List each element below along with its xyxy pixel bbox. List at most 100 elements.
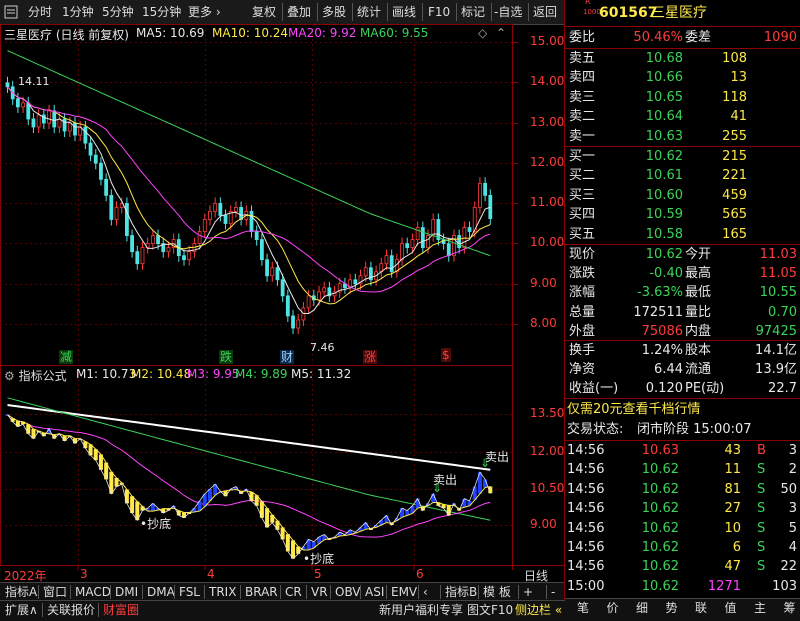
tick-time: 14:56 — [567, 499, 604, 519]
bid-volume: 565 — [693, 205, 747, 225]
margin-badge: R — [585, 0, 591, 7]
related-quotes-tab[interactable]: 关联报价 — [44, 601, 98, 619]
tab-1min[interactable]: 1分钟 — [62, 3, 94, 21]
tick-price: 10.63 — [621, 441, 679, 461]
candle-body — [84, 127, 87, 143]
marker-rise[interactable]: 涨 — [363, 348, 377, 365]
tab-divider — [330, 585, 331, 599]
indicator-tab[interactable]: DMI — [112, 583, 141, 601]
panel-tab[interactable]: 笔 — [569, 599, 597, 617]
stat2-label: 收益(一) — [569, 379, 618, 399]
panel-tab[interactable]: 筹 — [776, 599, 800, 617]
tab-divider — [204, 585, 205, 599]
stat-value: 172511 — [609, 303, 683, 323]
tab-divider — [110, 585, 111, 599]
marker-finance[interactable]: 财 — [280, 348, 294, 365]
tab-intraday[interactable]: 分时 — [28, 3, 52, 21]
indicator-tab[interactable]: 模 板 — [480, 583, 514, 601]
ask-row: 卖一10.63255 — [565, 127, 800, 147]
indicator-tab[interactable]: 指标A — [2, 583, 40, 601]
marker-reduce[interactable]: 减 — [59, 348, 73, 365]
tab-divider — [386, 585, 387, 599]
tab-more[interactable]: 更多 › — [188, 3, 221, 21]
expand-button[interactable]: 扩展∧ — [2, 601, 41, 619]
stat2-label: 换手 — [569, 341, 595, 361]
indicator-bar — [291, 540, 295, 558]
candle-body — [432, 219, 435, 235]
indicator-tab[interactable]: OBV — [332, 583, 364, 601]
overlay-button[interactable]: 叠加 — [287, 3, 311, 21]
indicator-tab[interactable]: CR — [282, 583, 305, 601]
f10-button[interactable]: F10 — [428, 3, 450, 21]
add-watchlist-button[interactable]: -自选 — [494, 3, 522, 21]
mark-button[interactable]: 标记 — [461, 3, 485, 21]
candle-body — [354, 280, 357, 284]
menu-icon[interactable] — [4, 3, 20, 21]
marker-drop[interactable]: 跌 — [219, 348, 233, 365]
tab-divider — [38, 585, 39, 599]
panel-tab[interactable]: 价 — [599, 599, 627, 617]
tick-volume: 47 — [683, 557, 741, 577]
stat-label: 量比 — [685, 303, 711, 323]
indicator-tab[interactable]: 窗口 — [40, 583, 70, 601]
adjust-button[interactable]: 复权 — [252, 3, 276, 21]
candle-body — [401, 244, 404, 260]
panel-tab[interactable]: 值 — [717, 599, 745, 617]
bid-price: 10.60 — [617, 186, 683, 206]
tab-divider — [70, 585, 71, 599]
marker-dividend[interactable]: $ — [441, 348, 451, 362]
indicator-tab[interactable]: EMV — [388, 583, 420, 601]
indicator-axis-tick: 12.00 — [530, 444, 564, 458]
indicator-tab[interactable]: FSL — [176, 583, 203, 601]
quote-panel: R 1000 601567 三星医疗 委比 50.46% 委差 1090 卖五1… — [564, 0, 800, 600]
promo-banner[interactable]: 仅需20元查看千档行情 — [565, 400, 800, 420]
tick-price: 10.62 — [621, 460, 679, 480]
panel-tab[interactable]: 势 — [658, 599, 686, 617]
wei-bi-row: 委比 50.46% 委差 1090 — [565, 28, 800, 48]
draw-line-button[interactable]: 画线 — [392, 3, 416, 21]
indicator-tab[interactable]: 指标B — [442, 583, 480, 601]
indicator-tab[interactable]: TRIX — [206, 583, 239, 601]
f10-graphic-tab[interactable]: 图文F10 — [464, 601, 516, 619]
indicator-tab[interactable]: BRAR — [242, 583, 281, 601]
tick-count: 4 — [767, 538, 797, 558]
x-axis-month-5: 5 — [314, 567, 322, 581]
indicator-tab[interactable]: ‹ — [420, 583, 431, 601]
panel-tab[interactable]: 主 — [746, 599, 774, 617]
collapse-icon[interactable]: ⌃ — [496, 26, 506, 40]
candle-body — [151, 236, 154, 244]
tab-divider — [478, 585, 479, 599]
new-user-benefit-link[interactable]: 新用户福利专享 — [376, 601, 466, 619]
indicator-tab[interactable]: - — [548, 583, 558, 601]
indicator-icon[interactable]: ⚙ — [4, 369, 15, 383]
indicator-tab[interactable]: ASI — [362, 583, 387, 601]
indicator-tab[interactable]: MACD — [72, 583, 114, 601]
tick-price: 10.62 — [621, 538, 679, 558]
sidebar-toggle[interactable]: 侧边栏 « — [512, 601, 565, 619]
candle-body — [411, 240, 414, 248]
tick-time: 14:56 — [567, 538, 604, 558]
indicator-tab[interactable]: + — [520, 583, 536, 601]
indicator-tab[interactable]: DMA — [144, 583, 178, 601]
tick-volume: 11 — [683, 460, 741, 480]
ma20-label: MA20: 9.92 — [288, 26, 356, 40]
tab-5min[interactable]: 5分钟 — [102, 3, 134, 21]
wealth-circle-tab[interactable]: 财富圈 — [100, 601, 142, 619]
tab-15min[interactable]: 15分钟 — [142, 3, 181, 21]
tab-divider — [518, 585, 519, 599]
multi-stock-button[interactable]: 多股 — [322, 3, 346, 21]
candle-body — [48, 111, 51, 123]
indicator-tab[interactable]: VR — [308, 583, 331, 601]
panel-tab[interactable]: 联 — [687, 599, 715, 617]
panel-tab[interactable]: 细 — [628, 599, 656, 617]
sell-arrow-icon-2: ⇓ — [480, 456, 490, 470]
indicator-title[interactable]: 指标公式 — [19, 369, 67, 383]
candle-body — [260, 240, 263, 260]
statistics-button[interactable]: 统计 — [357, 3, 381, 21]
stat2-value: 22.7 — [725, 379, 797, 399]
price-axis-tick: 9.00 — [530, 276, 557, 290]
bid-label: 买二 — [569, 166, 595, 186]
settings-icon[interactable]: ◇ — [478, 26, 487, 40]
kline-chart[interactable] — [0, 24, 564, 570]
back-button[interactable]: 返回 — [533, 3, 557, 21]
